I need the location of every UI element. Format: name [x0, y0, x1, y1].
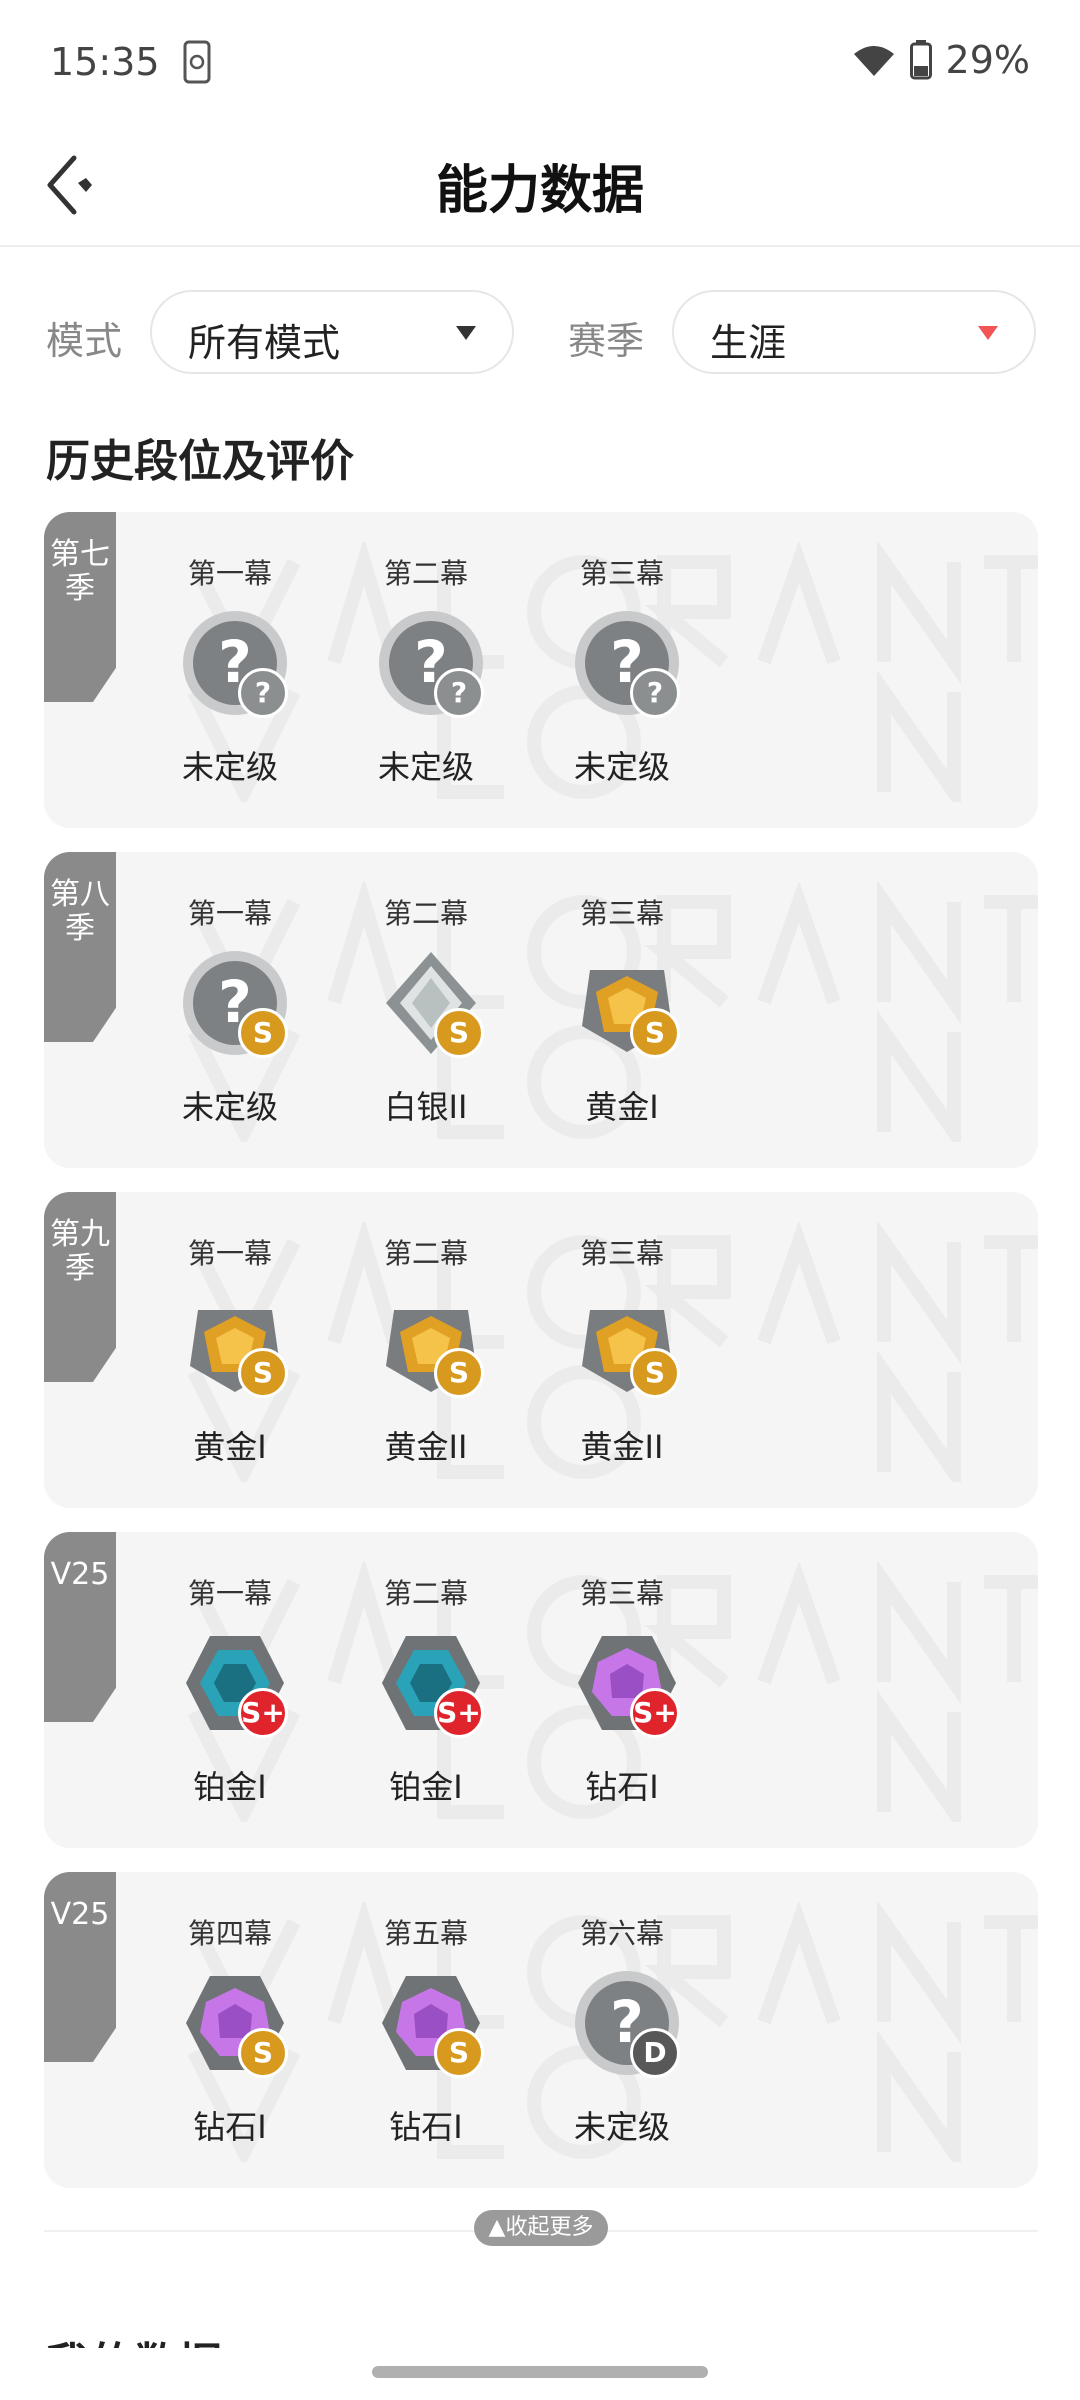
grade-s-badge: S — [434, 1348, 484, 1398]
grade-d-badge: D — [630, 2028, 680, 2078]
act-name: 第三幕 — [579, 897, 664, 930]
grade-s-badge: S — [630, 1348, 680, 1398]
act-name: 第三幕 — [579, 557, 664, 590]
act-name: 第一幕 — [187, 897, 272, 930]
rank-name: 黄金I — [585, 1088, 659, 1126]
season-tag: 第七季 — [44, 512, 116, 702]
act-name: 第一幕 — [187, 1237, 272, 1270]
app-header: 能力数据 — [0, 130, 1080, 247]
phone-sync-icon — [183, 40, 211, 84]
mode-select[interactable]: 所有模式 — [150, 290, 514, 374]
rank-name: 黄金II — [580, 1428, 664, 1466]
season-select-value: 生涯 — [710, 321, 787, 365]
dropdown-caret-icon — [456, 326, 476, 340]
act-rank-item[interactable]: 第一幕?? 未定级 — [120, 512, 340, 828]
season-card: V25 第一幕 S+ 铂金I 第二幕 S+ 铂金I 第三幕 S+ 钻石I — [44, 1532, 1038, 1848]
grade-s-badge: S — [238, 1008, 288, 1058]
act-rank-item[interactable]: 第一幕 S+ 铂金I — [120, 1532, 340, 1848]
rank-name: 黄金I — [193, 1428, 267, 1466]
rank-name: 钻石I — [193, 2108, 267, 2146]
act-rank-item[interactable]: 第二幕 S 黄金II — [316, 1192, 536, 1508]
rank-name: 未定级 — [181, 1088, 278, 1126]
rank-name: 黄金II — [384, 1428, 468, 1466]
act-rank-item[interactable]: 第二幕 S 白银II — [316, 852, 536, 1168]
grade-unknown-badge: ? — [630, 668, 680, 718]
grade-s-plus-badge: S+ — [238, 1688, 288, 1738]
act-rank-item[interactable]: 第三幕 S 黄金II — [512, 1192, 732, 1508]
act-name: 第四幕 — [187, 1917, 272, 1950]
grade-s-badge: S — [434, 2028, 484, 2078]
rank-name: 未定级 — [573, 748, 670, 786]
home-indicator[interactable] — [372, 2366, 708, 2378]
page-title: 能力数据 — [435, 161, 644, 221]
act-name: 第三幕 — [579, 1237, 664, 1270]
grade-s-badge: S — [238, 1348, 288, 1398]
act-name: 第二幕 — [383, 897, 468, 930]
act-rank-item[interactable]: 第三幕 S+ 钻石I — [512, 1532, 732, 1848]
act-rank-item[interactable]: 第二幕?? 未定级 — [316, 512, 536, 828]
grade-s-badge: S — [238, 2028, 288, 2078]
grade-unknown-badge: ? — [238, 668, 288, 718]
collapse-more-button[interactable]: ▲收起更多 — [474, 2210, 608, 2246]
rank-name: 未定级 — [377, 748, 474, 786]
act-name: 第一幕 — [187, 557, 272, 590]
rank-name: 钻石I — [389, 2108, 463, 2146]
act-name: 第五幕 — [383, 1917, 468, 1950]
rank-name: 铂金I — [193, 1768, 267, 1806]
season-card: 第九季 第一幕 S 黄金I 第二幕 S 黄金II 第三幕 S 黄金II — [44, 1192, 1038, 1508]
season-label: 赛季 — [568, 319, 645, 363]
season-tag: V25 — [44, 1872, 116, 2062]
status-bar: 15:35 29% — [0, 0, 1080, 130]
season-card: 第八季 第一幕? S 未定级 第二幕 S 白银II 第三幕 S 黄金I — [44, 852, 1038, 1168]
act-name: 第二幕 — [383, 1237, 468, 1270]
act-rank-item[interactable]: 第四幕 S 钻石I — [120, 1872, 340, 2188]
act-rank-item[interactable]: 第三幕 S 黄金I — [512, 852, 732, 1168]
act-name: 第二幕 — [383, 1577, 468, 1610]
season-tag: 第八季 — [44, 852, 116, 1042]
act-name: 第二幕 — [383, 557, 468, 590]
battery-icon — [909, 40, 932, 80]
season-tag: V25 — [44, 1532, 116, 1722]
act-name: 第三幕 — [579, 1577, 664, 1610]
wifi-icon — [853, 46, 894, 76]
grade-s-badge: S — [630, 1008, 680, 1058]
season-select[interactable]: 生涯 — [672, 290, 1036, 374]
rank-name: 钻石I — [585, 1768, 659, 1806]
act-rank-item[interactable]: 第一幕? S 未定级 — [120, 852, 340, 1168]
grade-s-badge: S — [434, 1008, 484, 1058]
status-time: 15:35 — [50, 40, 160, 84]
act-rank-item[interactable]: 第一幕 S 黄金I — [120, 1192, 340, 1508]
rank-name: 未定级 — [181, 748, 278, 786]
act-rank-item[interactable]: 第六幕? D 未定级 — [512, 1872, 732, 2188]
rank-name: 白银II — [384, 1088, 468, 1126]
act-rank-item[interactable]: 第三幕?? 未定级 — [512, 512, 732, 828]
rank-name: 铂金I — [389, 1768, 463, 1806]
grade-s-plus-badge: S+ — [630, 1688, 680, 1738]
section-title: 历史段位及评价 — [46, 436, 354, 487]
act-name: 第一幕 — [187, 1577, 272, 1610]
grade-unknown-badge: ? — [434, 668, 484, 718]
status-right: 29% — [852, 38, 1030, 82]
mode-label: 模式 — [46, 319, 123, 363]
act-name: 第六幕 — [579, 1917, 664, 1950]
act-rank-item[interactable]: 第二幕 S+ 铂金I — [316, 1532, 536, 1848]
grade-s-plus-badge: S+ — [434, 1688, 484, 1738]
act-rank-item[interactable]: 第五幕 S 钻石I — [316, 1872, 536, 2188]
rank-name: 未定级 — [573, 2108, 670, 2146]
dropdown-caret-icon — [978, 326, 998, 340]
season-tag: 第九季 — [44, 1192, 116, 1382]
season-card: 第七季 第一幕?? 未定级 第二幕?? 未定级 第三幕?? 未定级 — [44, 512, 1038, 828]
mode-select-value: 所有模式 — [188, 321, 341, 365]
next-section-title: 我的数据 — [46, 2328, 222, 2348]
season-card: V25 第四幕 S 钻石I 第五幕 S 钻石I 第六幕? D 未定级 — [44, 1872, 1038, 2188]
battery-percent: 29% — [945, 38, 1030, 82]
